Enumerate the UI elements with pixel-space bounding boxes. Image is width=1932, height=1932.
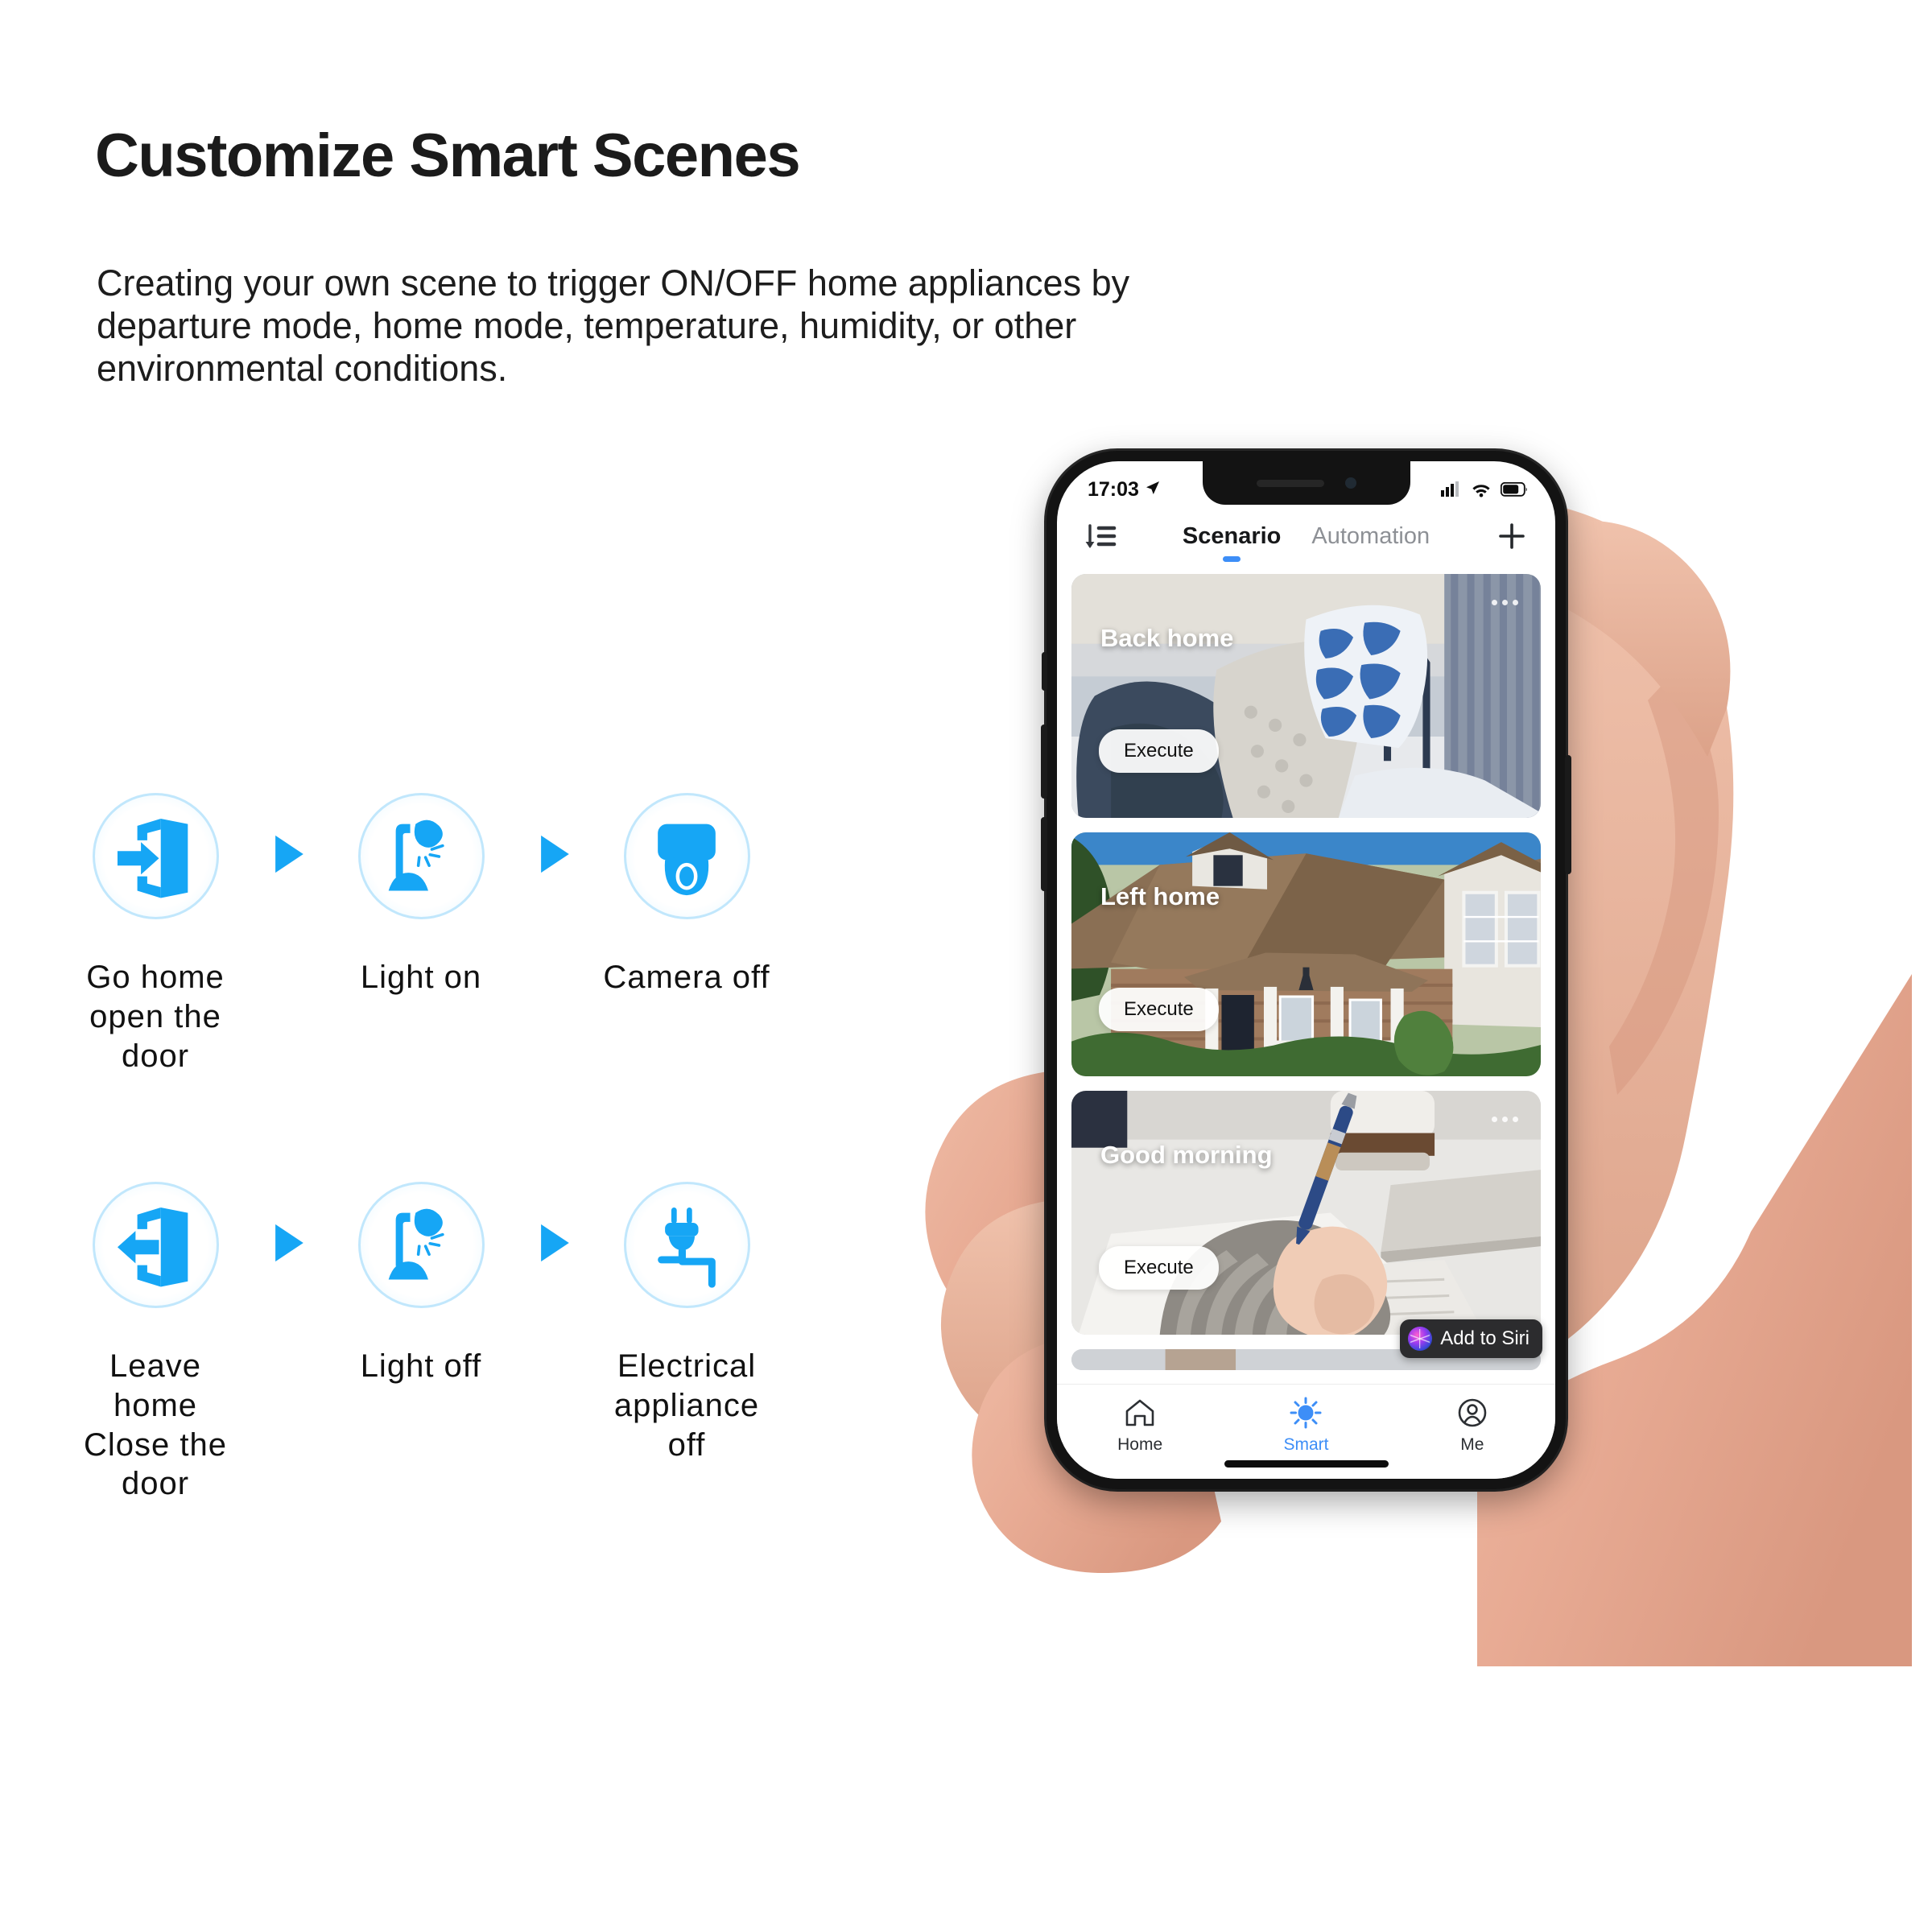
flow-separator: [248, 793, 328, 919]
add-to-siri-label: Add to Siri: [1440, 1327, 1530, 1349]
desk-lamp-off-icon: [376, 1200, 466, 1290]
more-horizontal-icon[interactable]: [1492, 600, 1518, 605]
door-enter-icon: [110, 811, 200, 902]
promo-page: Customize Smart Scenes Creating your own…: [0, 0, 1932, 1932]
scene-card[interactable]: Good morning Execute: [1071, 1091, 1541, 1335]
tab-label: Automation: [1311, 523, 1430, 549]
execute-button[interactable]: Execute: [1099, 1246, 1219, 1290]
flow-separator: [514, 1182, 594, 1308]
triangle-right-icon: [270, 1222, 306, 1268]
scene-flow-row-leave-home: Leave home Close the door Light off Elec…: [63, 1182, 779, 1504]
execute-button[interactable]: Execute: [1099, 988, 1219, 1031]
hand-holding-phone: 17:03 Scenario Automation Back home Exec…: [914, 411, 1912, 1666]
flow-step-label: Light off: [360, 1348, 482, 1384]
flow-step-label: Leave home Close the door: [84, 1348, 227, 1502]
flow-step-light-on: Light on: [328, 793, 514, 997]
app-header: Scenario Automation: [1057, 506, 1555, 569]
dome-camera-badge: [623, 793, 750, 919]
flow-separator: [514, 793, 594, 919]
scene-card-title: Good morning: [1100, 1141, 1273, 1169]
sort-descending-icon: [1084, 521, 1117, 555]
flow-step-label: Electrical appliance off: [613, 1348, 760, 1463]
card-artwork-house: [1071, 832, 1541, 1076]
unplugged-plug-badge: [623, 1182, 750, 1308]
flow-step-leave-home: Leave home Close the door: [63, 1182, 248, 1504]
person-circle-icon: [1455, 1396, 1489, 1430]
desk-lamp-on-icon: [376, 811, 466, 902]
cellular-signal-icon: [1441, 481, 1462, 497]
flow-step-camera-off: Camera off: [594, 793, 779, 997]
triangle-right-icon: [536, 1222, 572, 1268]
add-to-siri-button[interactable]: Add to Siri: [1400, 1319, 1542, 1358]
phone-mute-switch[interactable]: [1042, 652, 1047, 691]
phone-power-button[interactable]: [1565, 755, 1571, 874]
triangle-right-icon: [270, 833, 306, 879]
sort-button[interactable]: [1078, 521, 1123, 555]
unplugged-plug-icon: [642, 1200, 732, 1290]
tab-label: Me: [1460, 1435, 1484, 1454]
tab-label: Home: [1117, 1435, 1163, 1454]
front-camera-icon: [1344, 477, 1356, 489]
tab-label: Scenario: [1182, 523, 1282, 549]
door-exit-icon: [110, 1200, 200, 1290]
location-arrow-icon: [1145, 478, 1161, 502]
wifi-icon: [1471, 481, 1492, 497]
earpiece-speaker-icon: [1256, 479, 1324, 487]
flow-step-light-off: Light off: [328, 1182, 514, 1386]
door-enter-badge: [92, 793, 219, 919]
flow-step-appliance-off: Electrical appliance off: [594, 1182, 779, 1464]
scene-card-title: Left home: [1100, 882, 1220, 910]
tab-home[interactable]: Home: [1057, 1396, 1223, 1455]
card-artwork-bedroom: [1071, 574, 1541, 818]
tab-automation[interactable]: Automation: [1311, 523, 1430, 552]
page-title: Customize Smart Scenes: [95, 122, 801, 190]
flow-step-label: Go home open the door: [86, 960, 225, 1074]
scene-card-list[interactable]: Back home Execute Left home Execute Good…: [1057, 569, 1555, 1384]
door-exit-badge: [92, 1182, 219, 1308]
status-bar-time: 17:03: [1088, 477, 1139, 501]
flow-step-label: Light on: [360, 960, 482, 995]
flow-step-label: Camera off: [603, 960, 770, 995]
add-scene-button[interactable]: [1489, 520, 1534, 556]
app-tab-group: Scenario Automation: [1123, 523, 1489, 562]
page-description: Creating your own scene to trigger ON/OF…: [97, 262, 1130, 390]
desk-lamp-off-badge: [357, 1182, 485, 1308]
scene-flow-row-go-home: Go home open the door Light on Camera of…: [63, 793, 779, 1075]
tab-smart[interactable]: Smart: [1223, 1396, 1389, 1455]
dome-camera-icon: [642, 811, 732, 902]
tab-me[interactable]: Me: [1389, 1396, 1555, 1455]
more-horizontal-icon[interactable]: [1492, 1117, 1518, 1122]
phone-volume-down-button[interactable]: [1041, 817, 1047, 891]
home-indicator[interactable]: [1224, 1460, 1389, 1468]
tab-label: Smart: [1283, 1435, 1329, 1454]
battery-icon: [1501, 482, 1528, 497]
status-bar-time-group: 17:03: [1088, 478, 1161, 502]
tab-active-indicator: [1223, 556, 1241, 562]
flow-separator: [248, 1182, 328, 1308]
phone-notch: [1202, 461, 1410, 505]
phone-volume-up-button[interactable]: [1041, 724, 1047, 799]
scene-card[interactable]: Left home Execute: [1071, 832, 1541, 1076]
siri-orb-icon: [1408, 1327, 1433, 1351]
card-artwork-desk: [1071, 1091, 1541, 1335]
house-icon: [1123, 1396, 1157, 1430]
scene-card[interactable]: Back home Execute: [1071, 574, 1541, 818]
desk-lamp-on-badge: [357, 793, 485, 919]
plus-icon: [1496, 520, 1528, 556]
sun-icon: [1289, 1396, 1323, 1430]
tab-scenario[interactable]: Scenario: [1182, 523, 1282, 562]
flow-step-go-home: Go home open the door: [63, 793, 248, 1075]
triangle-right-icon: [536, 833, 572, 879]
execute-button[interactable]: Execute: [1099, 729, 1219, 773]
scene-card-title: Back home: [1100, 624, 1234, 652]
status-bar-indicators: [1441, 481, 1528, 497]
phone-screen: 17:03 Scenario Automation Back home Exec…: [1057, 461, 1555, 1479]
phone-device: 17:03 Scenario Automation Back home Exec…: [1041, 451, 1571, 1489]
